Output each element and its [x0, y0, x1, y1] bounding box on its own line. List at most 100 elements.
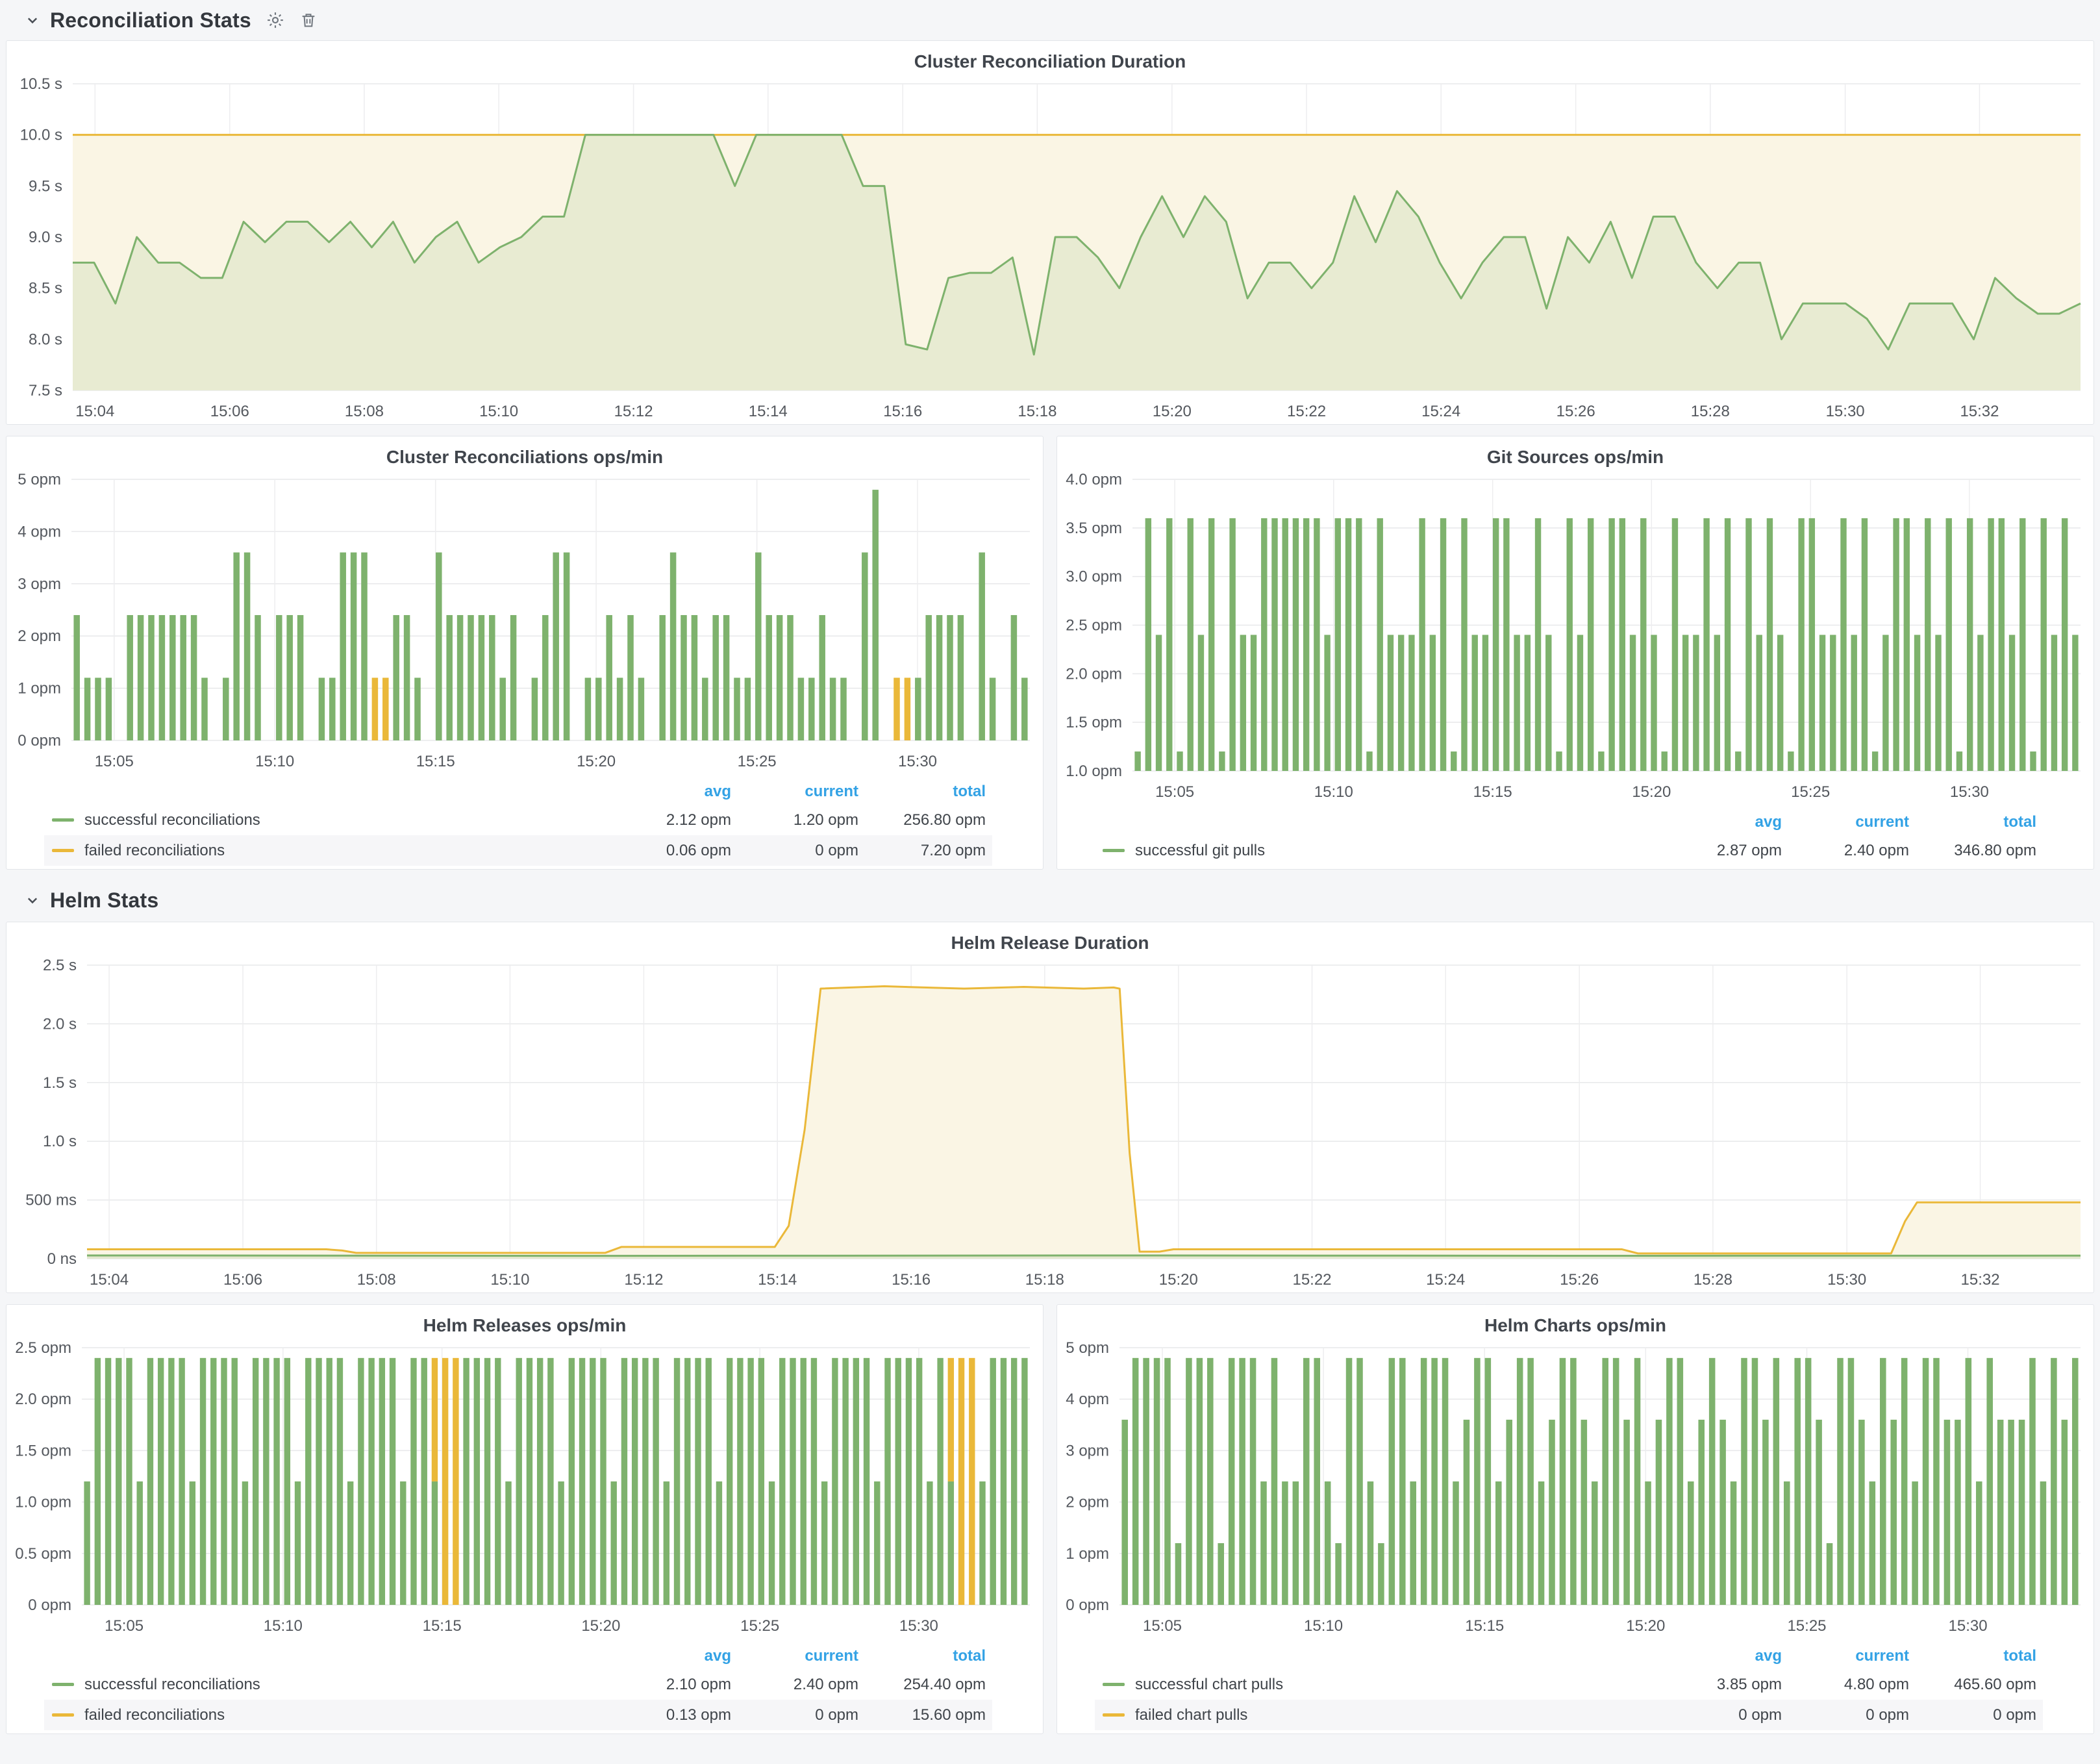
svg-text:0 opm: 0 opm: [18, 732, 61, 750]
legend-col-avg[interactable]: avg: [1655, 813, 1782, 831]
svg-text:15:25: 15:25: [1791, 783, 1830, 801]
panel-title[interactable]: Helm Release Duration: [6, 922, 2094, 956]
svg-text:15:30: 15:30: [1949, 1617, 1988, 1635]
legend-header-row: avg current total: [1095, 1643, 2043, 1669]
svg-text:1.0 opm: 1.0 opm: [1066, 762, 1122, 780]
legend-col-total[interactable]: total: [1909, 813, 2036, 831]
gear-icon[interactable]: [266, 10, 285, 30]
svg-text:15:20: 15:20: [1632, 783, 1671, 801]
cluster-reconciliations-ops-chart[interactable]: 0 opm1 opm2 opm3 opm4 opm5 opm15:0515:10…: [6, 470, 1043, 777]
svg-text:15:04: 15:04: [75, 403, 114, 420]
legend-col-total[interactable]: total: [1909, 1647, 2036, 1665]
chevron-down-icon[interactable]: [25, 13, 40, 27]
legend-label[interactable]: failed reconciliations: [84, 1706, 604, 1724]
svg-text:15:15: 15:15: [1473, 783, 1512, 801]
panel-title[interactable]: Cluster Reconciliations ops/min: [6, 436, 1043, 470]
svg-text:15:20: 15:20: [1153, 403, 1192, 420]
svg-text:4 opm: 4 opm: [18, 523, 61, 540]
svg-text:15:18: 15:18: [1018, 403, 1056, 420]
legend-row-successful-git-pulls[interactable]: successful git pulls 2.87 opm 2.40 opm 3…: [1095, 835, 2043, 866]
legend-label[interactable]: failed chart pulls: [1135, 1706, 1655, 1724]
legend-avg-value: 0.13 opm: [604, 1706, 731, 1724]
svg-text:15:10: 15:10: [255, 753, 294, 770]
chevron-down-icon[interactable]: [25, 893, 40, 907]
svg-text:15:32: 15:32: [1961, 1271, 2000, 1289]
legend-avg-value: 2.87 opm: [1655, 842, 1782, 860]
series-color-dash: [52, 849, 74, 852]
panel-title[interactable]: Helm Releases ops/min: [6, 1305, 1043, 1339]
svg-text:15:30: 15:30: [898, 753, 937, 770]
helm-charts-ops-chart[interactable]: 0 opm1 opm2 opm3 opm4 opm5 opm15:0515:10…: [1057, 1339, 2094, 1642]
svg-text:8.0 s: 8.0 s: [29, 331, 62, 348]
legend-avg-value: 0.06 opm: [604, 842, 731, 860]
helm-releases-ops-chart[interactable]: 0 opm0.5 opm1.0 opm1.5 opm2.0 opm2.5 opm…: [6, 1339, 1043, 1642]
legend-label[interactable]: successful git pulls: [1135, 842, 1655, 860]
svg-text:0 opm: 0 opm: [28, 1596, 71, 1614]
legend-label[interactable]: successful reconciliations: [84, 811, 604, 829]
legend-col-avg[interactable]: avg: [604, 1647, 731, 1665]
legend-header-row: avg current total: [44, 1643, 992, 1669]
legend-row-failed-reconciliations[interactable]: failed reconciliations 0.06 opm 0 opm 7.…: [44, 835, 992, 866]
panel-title[interactable]: Helm Charts ops/min: [1057, 1305, 2094, 1339]
svg-text:15:30: 15:30: [1826, 403, 1865, 420]
legend-row-successful-chart-pulls[interactable]: successful chart pulls 3.85 opm 4.80 opm…: [1095, 1669, 2043, 1700]
legend-total-value: 254.40 opm: [858, 1676, 986, 1694]
legend-col-total[interactable]: total: [858, 783, 986, 801]
section-reconciliation-stats[interactable]: Reconciliation Stats: [6, 0, 2094, 40]
svg-text:15:05: 15:05: [95, 753, 134, 770]
svg-text:15:14: 15:14: [749, 403, 788, 420]
legend-row-successful-reconciliations[interactable]: successful reconciliations 2.12 opm 1.20…: [44, 805, 992, 835]
legend-current-value: 4.80 opm: [1782, 1676, 1909, 1694]
legend-label[interactable]: failed reconciliations: [84, 842, 604, 860]
legend-col-total[interactable]: total: [858, 1647, 986, 1665]
panel-title[interactable]: Git Sources ops/min: [1057, 436, 2094, 470]
svg-text:15:15: 15:15: [416, 753, 455, 770]
git-sources-ops-chart[interactable]: 1.0 opm1.5 opm2.0 opm2.5 opm3.0 opm3.5 o…: [1057, 470, 2094, 808]
legend-label[interactable]: successful chart pulls: [1135, 1676, 1655, 1694]
trash-icon[interactable]: [299, 11, 318, 29]
svg-text:15:12: 15:12: [614, 403, 653, 420]
svg-text:15:08: 15:08: [357, 1271, 396, 1289]
series-color-dash: [52, 1683, 74, 1686]
svg-text:500 ms: 500 ms: [25, 1192, 77, 1209]
legend-col-current[interactable]: current: [731, 783, 858, 801]
svg-text:1.0 opm: 1.0 opm: [15, 1494, 71, 1511]
svg-text:3.0 opm: 3.0 opm: [1066, 568, 1122, 586]
panel-title[interactable]: Cluster Reconciliation Duration: [6, 41, 2094, 75]
legend-total-value: 465.60 opm: [1909, 1676, 2036, 1694]
svg-text:15:20: 15:20: [577, 753, 616, 770]
svg-text:15:10: 15:10: [490, 1271, 529, 1289]
svg-text:15:05: 15:05: [1143, 1617, 1182, 1635]
panel-helm-charts-ops: Helm Charts ops/min 0 opm1 opm2 opm3 opm…: [1056, 1304, 2094, 1734]
svg-text:2.0 s: 2.0 s: [43, 1015, 77, 1033]
cluster-reconciliation-duration-chart[interactable]: 7.5 s8.0 s8.5 s9.0 s9.5 s10.0 s10.5 s15:…: [6, 75, 2094, 427]
legend-col-avg[interactable]: avg: [1655, 1647, 1782, 1665]
svg-text:15:20: 15:20: [1626, 1617, 1665, 1635]
svg-text:5 opm: 5 opm: [1066, 1339, 1109, 1357]
legend-row-failed-chart-pulls[interactable]: failed chart pulls 0 opm 0 opm 0 opm: [1095, 1700, 2043, 1730]
section-helm-stats[interactable]: Helm Stats: [6, 870, 2094, 922]
svg-text:15:06: 15:06: [210, 403, 249, 420]
helm-release-duration-chart[interactable]: 0 ns500 ms1.0 s1.5 s2.0 s2.5 s15:0415:06…: [6, 956, 2094, 1296]
svg-text:0.5 opm: 0.5 opm: [15, 1545, 71, 1563]
legend-col-current[interactable]: current: [1782, 813, 1909, 831]
series-color-dash: [1103, 1713, 1125, 1717]
legend: avg current total successful reconciliat…: [6, 777, 1043, 872]
section-title: Helm Stats: [50, 888, 158, 913]
panel-git-sources-ops: Git Sources ops/min 1.0 opm1.5 opm2.0 op…: [1056, 436, 2094, 870]
legend-col-avg[interactable]: avg: [604, 783, 731, 801]
legend-label[interactable]: successful reconciliations: [84, 1676, 604, 1694]
legend-avg-value: 2.10 opm: [604, 1676, 731, 1694]
legend-col-current[interactable]: current: [731, 1647, 858, 1665]
legend-row-failed-reconciliations[interactable]: failed reconciliations 0.13 opm 0 opm 15…: [44, 1700, 992, 1730]
svg-text:2.0 opm: 2.0 opm: [1066, 665, 1122, 683]
series-color-dash: [1103, 849, 1125, 852]
legend-col-current[interactable]: current: [1782, 1647, 1909, 1665]
legend-current-value: 1.20 opm: [731, 811, 858, 829]
svg-text:15:22: 15:22: [1292, 1271, 1331, 1289]
legend-avg-value: 3.85 opm: [1655, 1676, 1782, 1694]
legend-row-successful-reconciliations[interactable]: successful reconciliations 2.10 opm 2.40…: [44, 1669, 992, 1700]
legend: avg current total successful reconciliat…: [6, 1642, 1043, 1737]
svg-text:1 opm: 1 opm: [1066, 1545, 1109, 1563]
svg-text:15:30: 15:30: [899, 1617, 938, 1635]
